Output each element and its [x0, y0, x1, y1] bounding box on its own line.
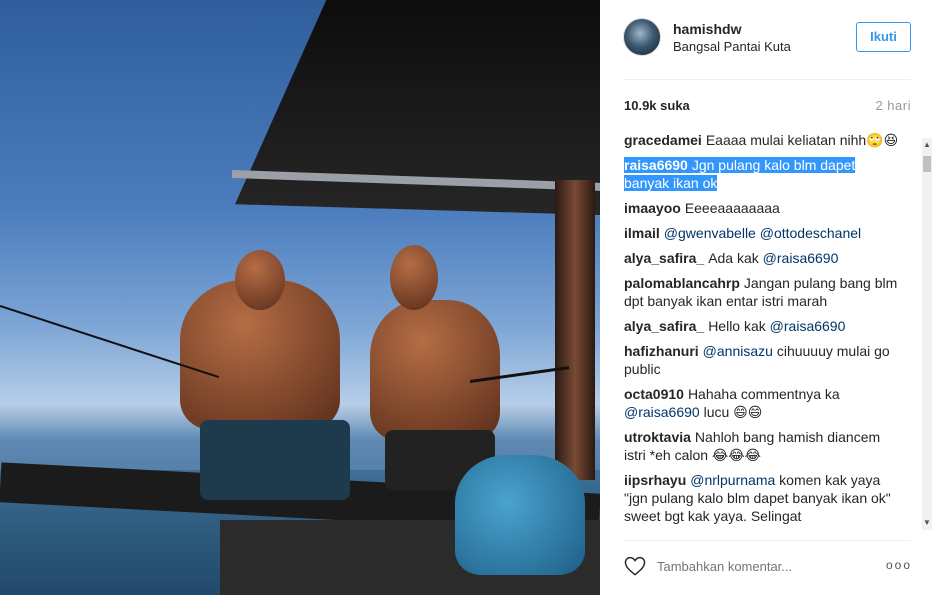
comment-mention[interactable]: @annisazu	[703, 343, 773, 359]
comment-item: alya_safira_ Ada kak @raisa6690	[624, 249, 904, 267]
post-sidebar: hamishdw Bangsal Pantai Kuta Ikuti 10.9k…	[600, 0, 934, 595]
comment-username[interactable]: alya_safira_	[624, 318, 704, 334]
blue-bag	[455, 455, 585, 575]
comment-item-selected: raisa6690 Jgn pulang kalo blm dapet banya…	[624, 156, 904, 192]
fisherman-left-shorts	[200, 420, 350, 500]
comment-text: Hahaha commentnya ka	[687, 386, 840, 402]
comment-list[interactable]: gracedamei Eaaaa mulai keliatan nihh🙄😆 ra…	[624, 131, 904, 529]
post-username[interactable]: hamishdw	[673, 21, 741, 37]
comment-mention[interactable]: @ottodeschanel	[760, 225, 861, 241]
comment-item: palomablancahrp Jangan pulang bang blm dp…	[624, 274, 904, 310]
fisherman-right-head	[390, 245, 438, 310]
heart-icon[interactable]	[624, 556, 646, 576]
comment-mention[interactable]: @gwenvabelle	[664, 225, 756, 241]
post-photo[interactable]	[0, 0, 600, 595]
comment-item: imaayoo Eeeeaaaaaaaa	[624, 199, 904, 217]
comment-item: utroktavia Nahloh bang hamish diancem ist…	[624, 428, 904, 464]
comment-username[interactable]: hafizhanuri	[624, 343, 699, 359]
comment-username[interactable]: alya_safira_	[624, 250, 704, 266]
more-options-icon[interactable]: ooo	[886, 558, 912, 572]
comment-text: lucu 😄😄	[703, 404, 763, 420]
comment-username[interactable]: imaayoo	[624, 200, 681, 216]
comment-mention[interactable]: @raisa6690	[624, 404, 700, 420]
scroll-down-arrow-icon[interactable]: ▼	[922, 516, 932, 530]
comments-scrollbar[interactable]	[922, 138, 932, 530]
scroll-thumb[interactable]	[923, 156, 931, 172]
likes-count[interactable]: 10.9k suka	[624, 98, 690, 113]
post-header: hamishdw Bangsal Pantai Kuta Ikuti	[600, 0, 934, 80]
comment-username[interactable]: gracedamei	[624, 132, 702, 148]
comment-mention[interactable]: @nrlpurnama	[690, 472, 775, 488]
comment-username[interactable]: ilmail	[624, 225, 660, 241]
divider	[623, 79, 911, 80]
comment-mention[interactable]: @raisa6690	[770, 318, 846, 334]
divider	[623, 540, 911, 541]
boat-pole	[555, 180, 595, 480]
comment-text: Eaaaa mulai keliatan nihh🙄😆	[705, 132, 899, 148]
comment-item: ilmail @gwenvabelle @ottodeschanel	[624, 224, 904, 242]
comment-text: Eeeeaaaaaaaa	[684, 200, 780, 216]
post-time[interactable]: 2 hari	[875, 98, 911, 113]
comment-item: iipsrhayu @nrlpurnama komen kak yaya "jgn…	[624, 471, 904, 525]
comment-item: hafizhanuri @annisazu cihuuuuy mulai go p…	[624, 342, 904, 378]
comment-item: gracedamei Eaaaa mulai keliatan nihh🙄😆	[624, 131, 904, 149]
comment-text: Hello kak	[708, 318, 766, 334]
comment-text: Ada kak	[708, 250, 759, 266]
comment-item: octa0910 Hahaha commentnya ka @raisa6690 …	[624, 385, 904, 421]
comment-mention[interactable]: @raisa6690	[763, 250, 839, 266]
follow-button[interactable]: Ikuti	[856, 22, 911, 52]
fisherman-right	[370, 300, 500, 440]
comment-username[interactable]: octa0910	[624, 386, 684, 402]
comment-username[interactable]: raisa6690	[624, 157, 688, 173]
post-location[interactable]: Bangsal Pantai Kuta	[673, 39, 791, 54]
fisherman-left-head	[235, 250, 285, 310]
comment-username[interactable]: iipsrhayu	[624, 472, 686, 488]
comment-item: alya_safira_ Hello kak @raisa6690	[624, 317, 904, 335]
add-comment-input[interactable]	[657, 556, 867, 576]
comment-username[interactable]: palomablancahrp	[624, 275, 740, 291]
comment-username[interactable]: utroktavia	[624, 429, 691, 445]
scroll-up-arrow-icon[interactable]: ▲	[922, 138, 932, 152]
avatar[interactable]	[623, 18, 661, 56]
